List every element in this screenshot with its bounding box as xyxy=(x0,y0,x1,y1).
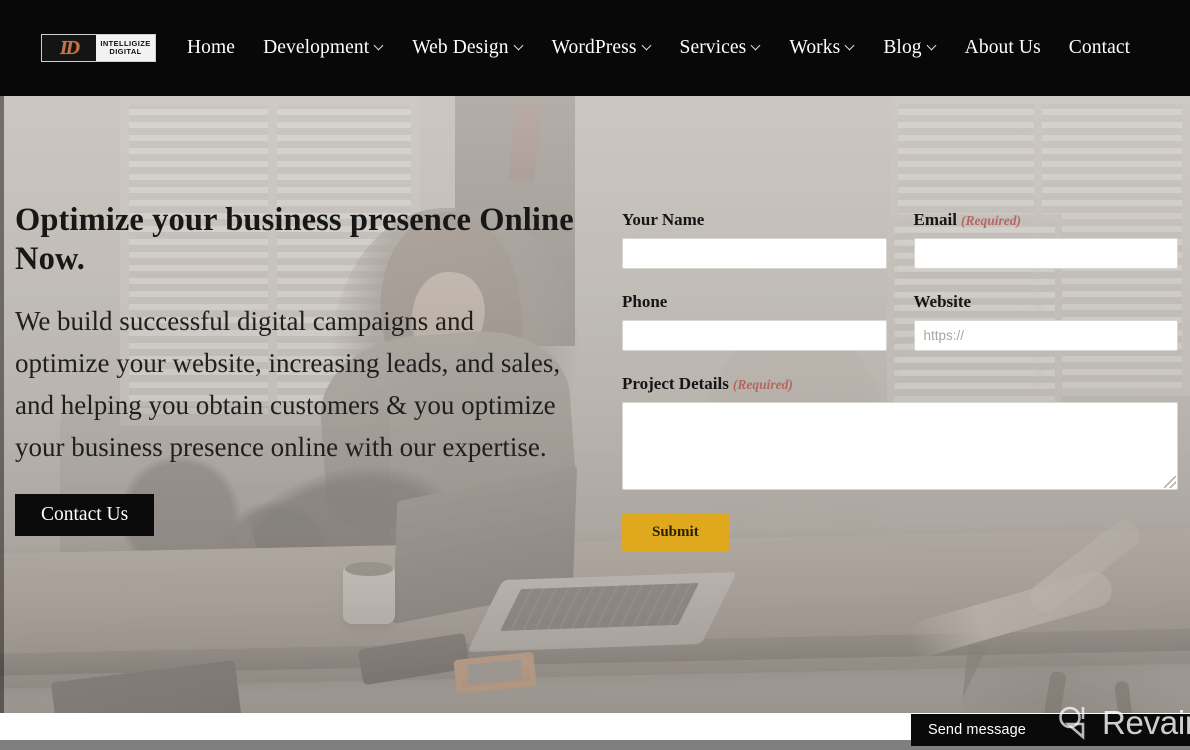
hero-subtitle: We build successful digital campaigns an… xyxy=(15,305,561,462)
label-phone: Phone xyxy=(622,293,887,310)
logo-wordmark: INTELLIGIZE DIGITAL xyxy=(96,40,155,56)
hero-title: Optimize your business presence Online N… xyxy=(15,202,574,278)
phone-input[interactable] xyxy=(622,320,887,351)
nav-label: Home xyxy=(187,37,236,58)
chevron-down-icon xyxy=(928,42,937,51)
hero-copy: Optimize your business presence Online N… xyxy=(15,201,575,537)
nav-label: WordPress xyxy=(551,37,637,58)
chevron-down-icon xyxy=(515,42,524,51)
nav-item-works[interactable]: Works xyxy=(775,37,869,59)
nav-item-blog[interactable]: Blog xyxy=(869,37,950,59)
form-row-2: Phone Website xyxy=(622,293,1178,351)
project-details-textarea[interactable] xyxy=(622,402,1178,490)
field-group-phone: Phone xyxy=(622,293,887,351)
label-your-name: Your Name xyxy=(622,211,887,228)
nav-label: Contact xyxy=(1068,37,1131,58)
required-note: (Required) xyxy=(732,377,793,392)
label-project-details: Project Details (Required) xyxy=(622,375,1178,392)
field-group-name: Your Name xyxy=(622,211,887,269)
field-group-email: Email (Required) xyxy=(913,211,1179,269)
field-group-project-details: Project Details (Required) xyxy=(622,375,1178,490)
label-website: Website xyxy=(914,293,1179,310)
nav-item-contact[interactable]: Contact xyxy=(1055,37,1144,59)
nav-label: Development xyxy=(263,37,370,58)
nav-label: Web Design xyxy=(412,37,509,58)
site-header: ID INTELLIGIZE DIGITAL Home Development … xyxy=(0,0,1190,96)
nav-item-about-us[interactable]: About Us xyxy=(951,37,1055,59)
nav-item-home[interactable]: Home xyxy=(173,37,249,59)
send-message-label: Send message xyxy=(928,722,1026,738)
required-note: (Required) xyxy=(960,213,1021,228)
hero-section: Optimize your business presence Online N… xyxy=(0,96,1190,713)
chevron-down-icon xyxy=(375,42,384,51)
primary-navigation: Home Development Web Design WordPress Se… xyxy=(173,37,1144,59)
site-logo[interactable]: ID INTELLIGIZE DIGITAL xyxy=(41,34,156,62)
label-text: Your Name xyxy=(622,210,705,229)
your-name-input[interactable] xyxy=(622,238,887,269)
label-text: Email xyxy=(913,210,957,229)
page-root: ID INTELLIGIZE DIGITAL Home Development … xyxy=(0,0,1190,750)
form-row-1: Your Name Email (Required) xyxy=(622,211,1178,269)
nav-item-development[interactable]: Development xyxy=(249,37,398,59)
field-group-website: Website xyxy=(913,293,1179,351)
nav-item-wordpress[interactable]: WordPress xyxy=(538,37,666,59)
nav-label: Services xyxy=(679,37,747,58)
contact-us-button[interactable]: Contact Us xyxy=(15,493,155,537)
label-text: Project Details xyxy=(622,374,729,393)
nav-label: About Us xyxy=(964,37,1041,58)
website-input[interactable] xyxy=(913,320,1178,351)
label-text: Phone xyxy=(622,292,668,311)
submit-button[interactable]: Submit xyxy=(622,513,729,552)
nav-label: Works xyxy=(789,37,841,58)
logo-monogram-text: ID xyxy=(59,37,80,59)
hero-contact-form: Your Name Email (Required) Phone Website… xyxy=(622,211,1178,552)
nav-item-web-design[interactable]: Web Design xyxy=(398,37,537,59)
chevron-down-icon xyxy=(643,42,652,51)
label-email: Email (Required) xyxy=(914,211,1179,228)
logo-monogram-icon: ID xyxy=(42,35,96,61)
chevron-down-icon xyxy=(752,42,761,51)
nav-label: Blog xyxy=(883,37,922,58)
logo-word-line2: DIGITAL xyxy=(109,47,142,56)
email-input[interactable] xyxy=(913,238,1178,269)
chevron-down-icon xyxy=(846,42,855,51)
nav-item-services[interactable]: Services xyxy=(666,37,776,59)
label-text: Website xyxy=(913,292,972,311)
send-message-chat-widget[interactable]: Send message xyxy=(911,714,1190,746)
